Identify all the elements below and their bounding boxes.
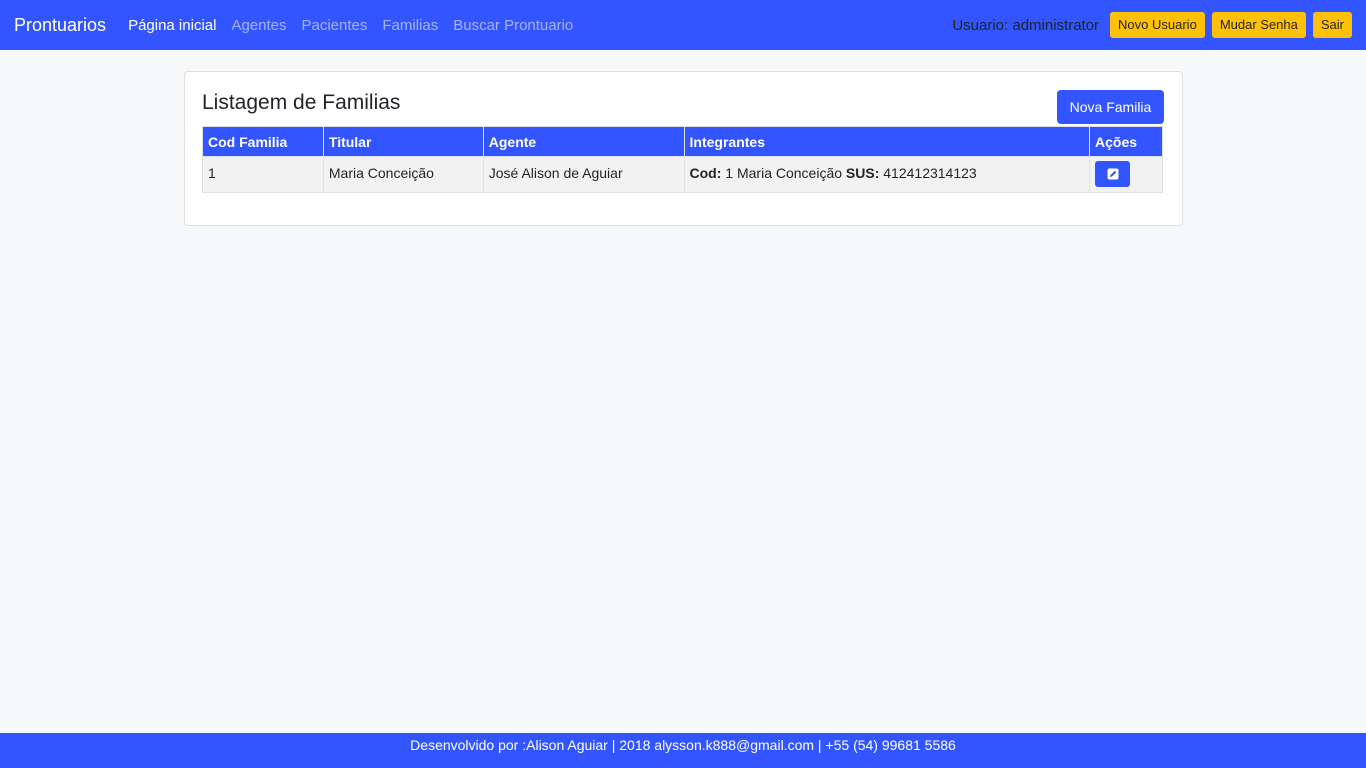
table-row: 1 Maria Conceição José Alison de Aguiar … (202, 156, 1163, 193)
cell-cod-familia: 1 (202, 156, 324, 193)
footer-text: Desenvolvido por :Alison Aguiar | 2018 a… (410, 737, 956, 753)
integrante-sus-value: 412412314123 (883, 165, 977, 181)
nav-link-agentes[interactable]: Agentes (231, 17, 286, 34)
families-table: Cod Familia Titular Agente Integrantes A… (202, 126, 1163, 193)
nav-link-familias[interactable]: Familias (382, 17, 438, 34)
nav-link-pacientes[interactable]: Pacientes (302, 17, 368, 34)
cell-acoes (1089, 156, 1163, 193)
footer: Desenvolvido por :Alison Aguiar | 2018 a… (0, 733, 1366, 768)
integrante-cod-value: 1 Maria Conceição (725, 165, 843, 181)
edit-icon (1107, 168, 1119, 180)
column-header-agente: Agente (482, 126, 685, 157)
integrante-sus-label: SUS: (845, 165, 880, 181)
column-header-cod-familia: Cod Familia (202, 126, 324, 157)
top-navbar: Prontuarios Página inicial Agentes Pacie… (0, 0, 1366, 50)
user-label: Usuario: administrator (952, 16, 1100, 34)
new-family-button[interactable]: Nova Familia (1057, 90, 1164, 124)
integrante-cod-label: Cod: (689, 165, 722, 181)
cell-titular: Maria Conceição (322, 156, 484, 193)
edit-family-button[interactable] (1095, 161, 1131, 187)
column-header-integrantes: Integrantes (683, 126, 1091, 157)
brand-link[interactable]: Prontuarios (14, 15, 106, 36)
new-user-button[interactable]: Novo Usuario (1110, 12, 1205, 38)
logout-button[interactable]: Sair (1312, 12, 1352, 38)
table-header-row: Cod Familia Titular Agente Integrantes A… (202, 126, 1163, 157)
nav-link-home[interactable]: Página inicial (128, 17, 216, 34)
families-card: Listagem de Familias Nova Familia Cod Fa… (184, 71, 1183, 226)
change-password-button[interactable]: Mudar Senha (1211, 12, 1306, 38)
column-header-acoes: Ações (1089, 126, 1163, 157)
nav-link-buscar-prontuario[interactable]: Buscar Prontuario (453, 17, 573, 34)
column-header-titular: Titular (322, 126, 484, 157)
nav-right: Usuario: administrator Novo Usuario Muda… (952, 12, 1352, 38)
cell-agente: José Alison de Aguiar (482, 156, 685, 193)
page-title: Listagem de Familias (202, 91, 401, 114)
cell-integrantes: Cod: 1 Maria Conceição SUS: 412412314123 (683, 156, 1091, 193)
nav-links: Página inicial Agentes Pacientes Familia… (128, 17, 588, 34)
